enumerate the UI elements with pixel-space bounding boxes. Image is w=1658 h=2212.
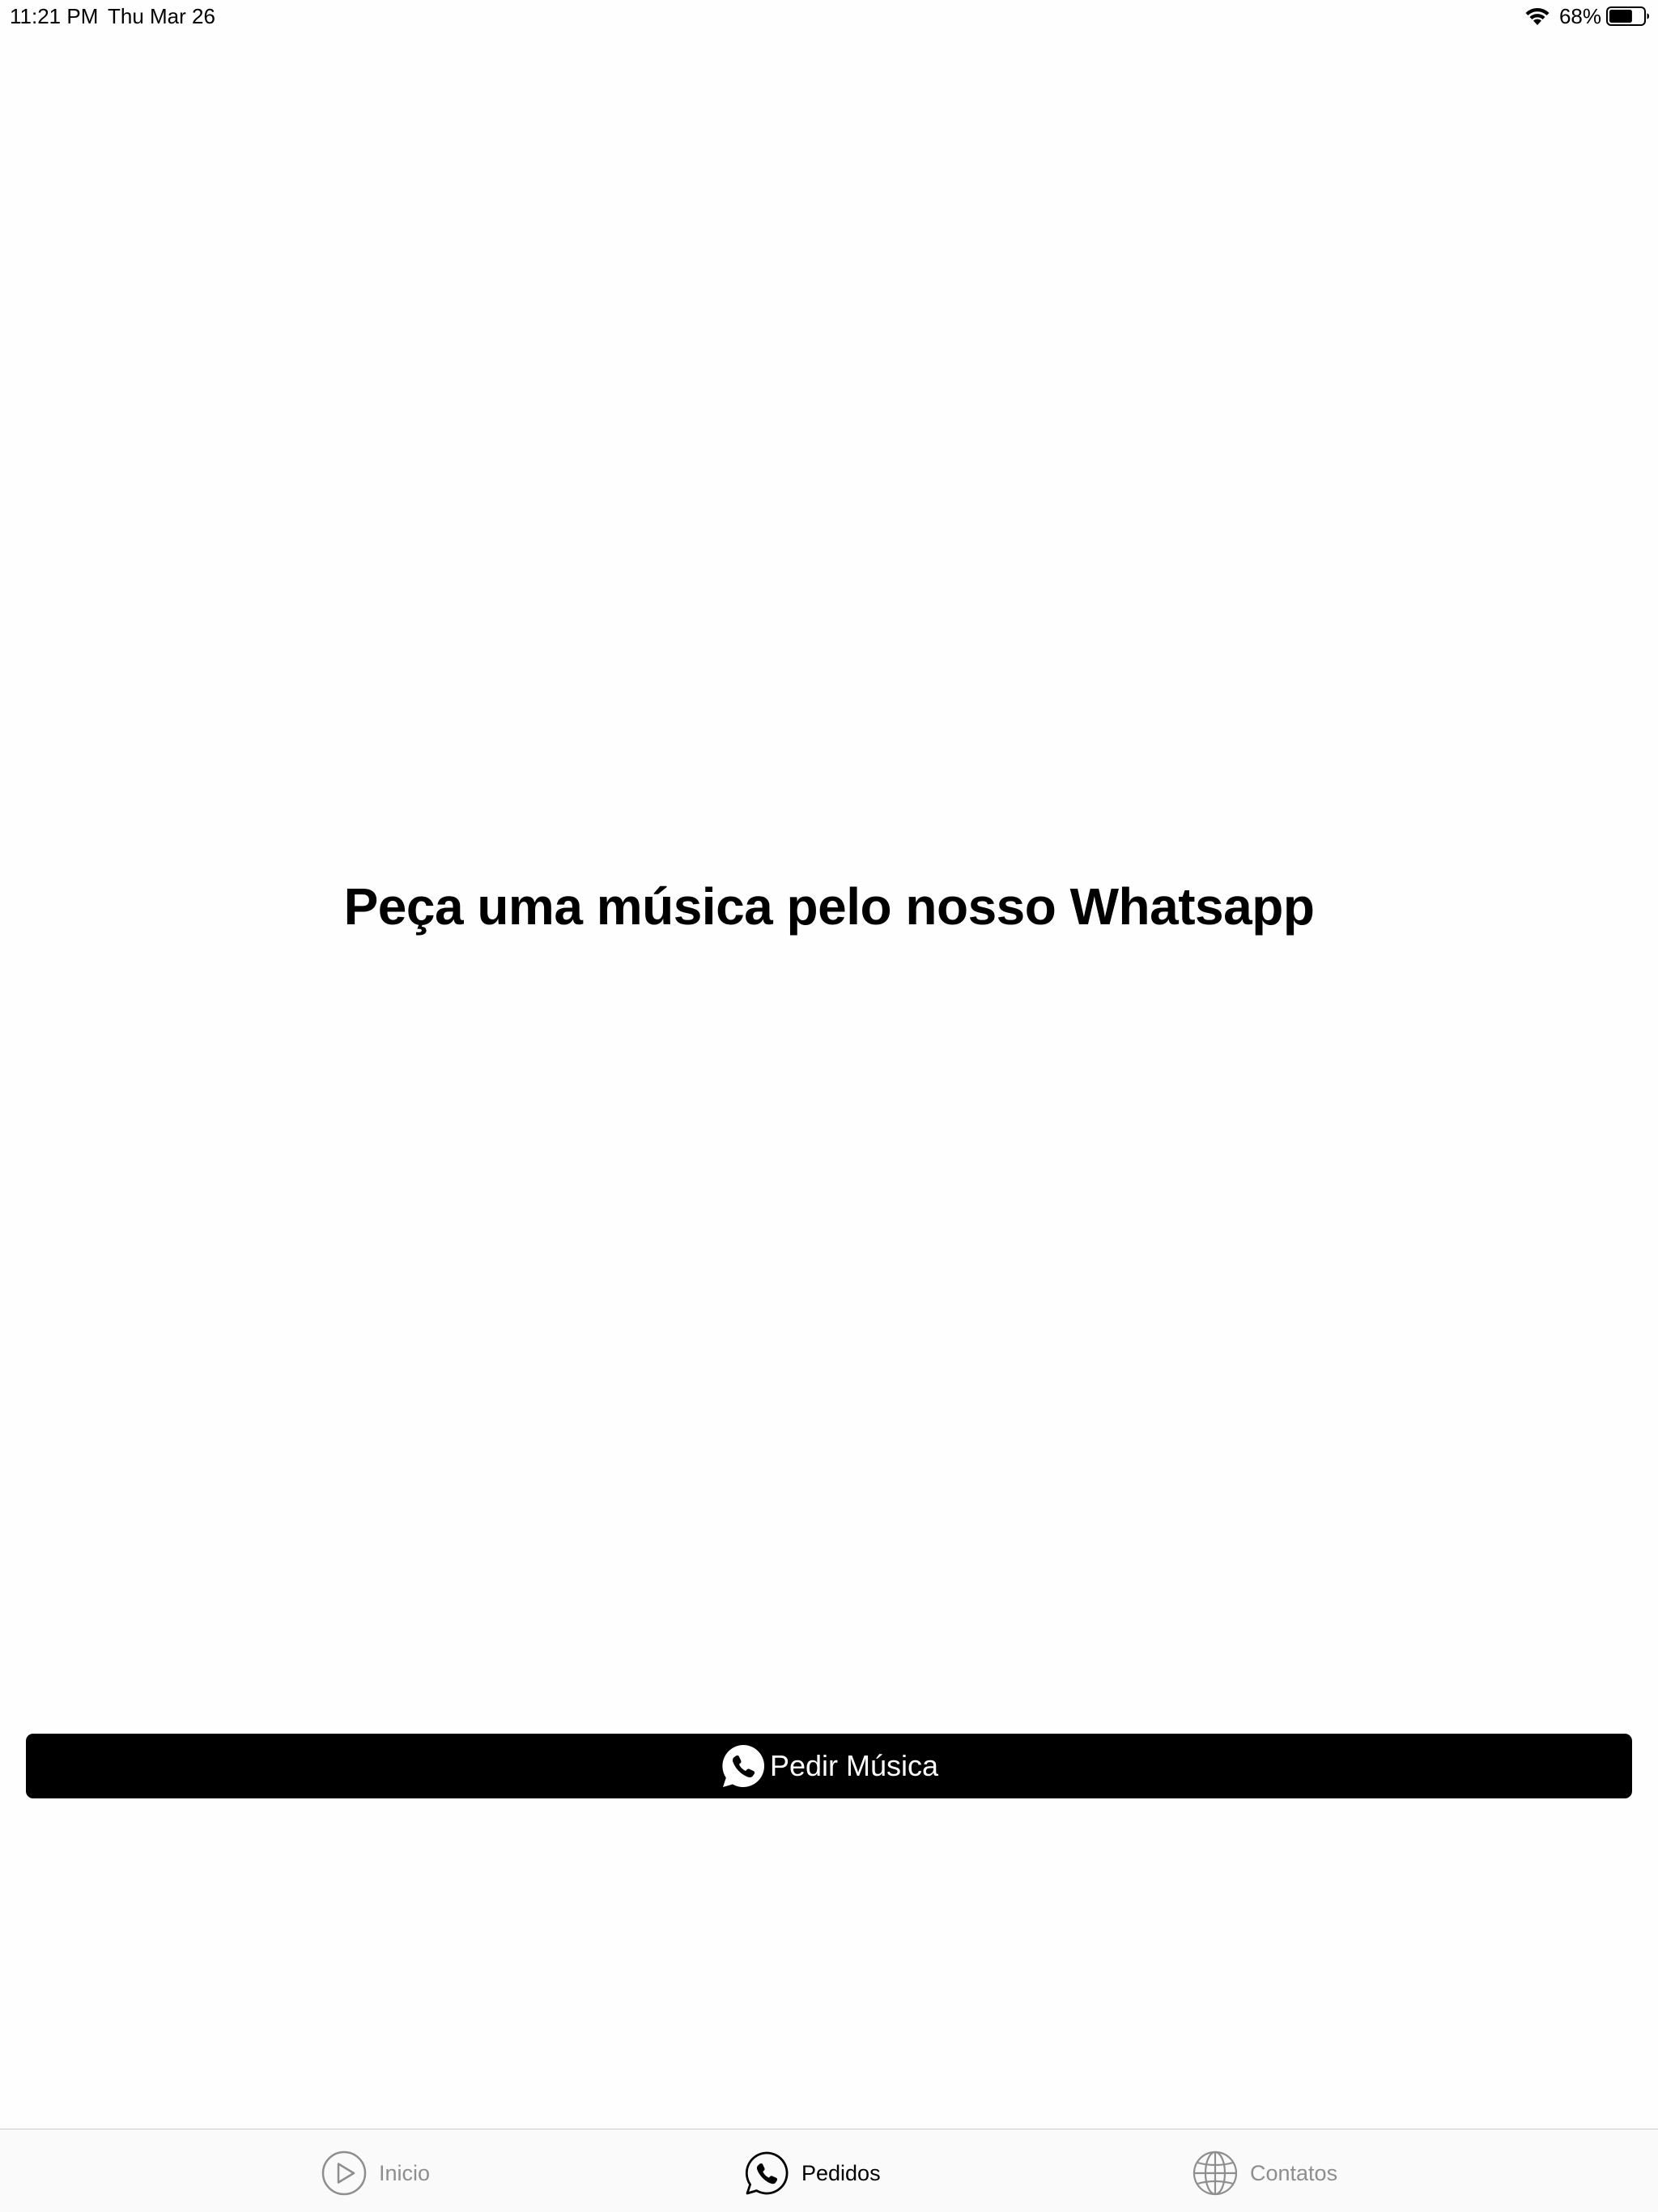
- whatsapp-icon: [745, 2151, 789, 2195]
- tab-inicio[interactable]: Inicio: [321, 2149, 430, 2197]
- tab-pedidos[interactable]: Pedidos: [743, 2149, 881, 2197]
- battery-icon: [1606, 6, 1649, 26]
- tab-bar: Inicio Pedidos Contatos: [0, 2129, 1658, 2212]
- globe-icon: [1192, 2150, 1238, 2196]
- play-circle-icon: [321, 2150, 367, 2196]
- tab-inicio-label: Inicio: [379, 2161, 431, 2185]
- status-time: 11:21 PM: [10, 4, 99, 28]
- status-indicators: 68%: [1524, 3, 1650, 29]
- status-date: Thu Mar 26: [108, 4, 215, 28]
- pedir-musica-label: Pedir Música: [769, 1749, 939, 1782]
- tab-pedidos-label: Pedidos: [801, 2161, 881, 2185]
- status-bar: 11:21 PM Thu Mar 26 68%: [0, 0, 1658, 32]
- whatsapp-icon: [722, 1745, 764, 1787]
- wifi-icon: [1525, 7, 1550, 25]
- battery-percent: 68%: [1558, 4, 1601, 28]
- tab-contatos-label: Contatos: [1250, 2161, 1338, 2185]
- page-headline: Peça uma música pelo nosso Whatsapp: [343, 877, 1315, 936]
- pedir-musica-button[interactable]: Pedir Música: [26, 1734, 1632, 1798]
- tab-contatos[interactable]: Contatos: [1192, 2149, 1337, 2197]
